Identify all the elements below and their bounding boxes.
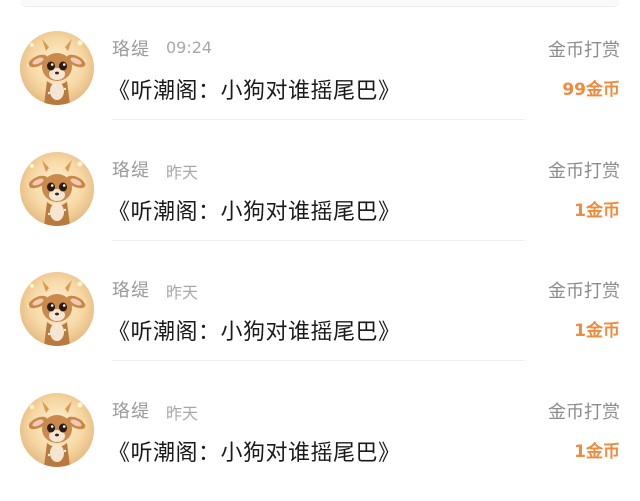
list-item[interactable]: 珞缇 09:24 《听潮阁：小狗对谁摇尾巴》 金币打赏 99金币 bbox=[0, 0, 640, 120]
reward-amount: 99金币 bbox=[562, 80, 620, 100]
message-time: 昨天 bbox=[166, 163, 199, 182]
message-time: 09:24 bbox=[166, 38, 213, 57]
list-item[interactable]: 珞缇 昨天 《听潮阁：小狗对谁摇尾巴》 金币打赏 1金币 bbox=[0, 362, 640, 482]
row-divider bbox=[112, 360, 525, 361]
reward-type-label: 金币打赏 bbox=[548, 161, 620, 182]
list-item[interactable]: 珞缇 昨天 《听潮阁：小狗对谁摇尾巴》 金币打赏 1金币 bbox=[0, 241, 640, 361]
sender-name[interactable]: 珞缇 bbox=[112, 397, 150, 423]
sender-name[interactable]: 珞缇 bbox=[112, 276, 150, 302]
message-time: 昨天 bbox=[166, 283, 199, 302]
reward-type-label: 金币打赏 bbox=[548, 402, 620, 423]
fawn-avatar-icon[interactable] bbox=[20, 152, 94, 226]
work-title[interactable]: 《听潮阁：小狗对谁摇尾巴》 bbox=[108, 194, 401, 226]
fawn-avatar-icon[interactable] bbox=[20, 272, 94, 346]
reward-message-list: 珞缇 09:24 《听潮阁：小狗对谁摇尾巴》 金币打赏 99金币 珞缇 昨天 《… bbox=[0, 0, 640, 501]
message-time: 昨天 bbox=[166, 404, 199, 423]
reward-type-label: 金币打赏 bbox=[548, 40, 620, 61]
reward-amount: 1金币 bbox=[574, 442, 620, 462]
reward-type-label: 金币打赏 bbox=[548, 281, 620, 302]
reward-amount: 1金币 bbox=[574, 321, 620, 341]
work-title[interactable]: 《听潮阁：小狗对谁摇尾巴》 bbox=[108, 73, 401, 105]
row-divider bbox=[112, 119, 525, 120]
fawn-avatar-icon[interactable] bbox=[20, 393, 94, 467]
work-title[interactable]: 《听潮阁：小狗对谁摇尾巴》 bbox=[108, 435, 401, 467]
sender-name[interactable]: 珞缇 bbox=[112, 35, 150, 61]
fawn-avatar-icon[interactable] bbox=[20, 31, 94, 105]
reward-amount: 1金币 bbox=[574, 201, 620, 221]
sender-name[interactable]: 珞缇 bbox=[112, 156, 150, 182]
list-item[interactable]: 珞缇 昨天 《听潮阁：小狗对谁摇尾巴》 金币打赏 1金币 bbox=[0, 121, 640, 241]
work-title[interactable]: 《听潮阁：小狗对谁摇尾巴》 bbox=[108, 314, 401, 346]
